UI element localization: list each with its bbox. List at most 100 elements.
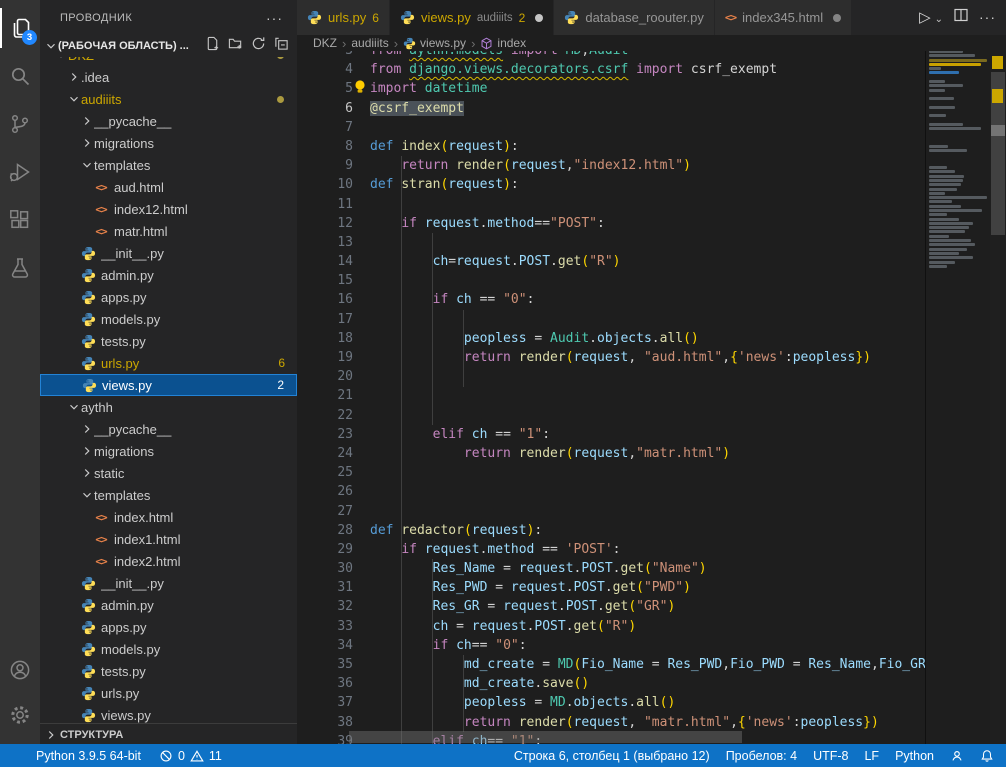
- code-line-17[interactable]: 17: [297, 310, 925, 329]
- code-line-15[interactable]: 15: [297, 271, 925, 290]
- line-number[interactable]: 36: [297, 674, 353, 693]
- modified-dot[interactable]: [833, 14, 841, 22]
- code-line-38[interactable]: 38 return render(request, "matr.html",{'…: [297, 713, 925, 732]
- code-line-10[interactable]: 10def stran(request):: [297, 175, 925, 194]
- breadcrumb-index[interactable]: index: [480, 36, 526, 50]
- tree-item-index12.html[interactable]: <>index12.html: [40, 198, 297, 220]
- code-line-37[interactable]: 37 peopless = MD.objects.all(): [297, 693, 925, 712]
- line-number[interactable]: 34: [297, 636, 353, 655]
- line-number[interactable]: 12: [297, 214, 353, 233]
- activity-testing[interactable]: [0, 248, 40, 288]
- line-number[interactable]: 22: [297, 406, 353, 425]
- activity-source-control[interactable]: [0, 104, 40, 144]
- tree-item-index1.html[interactable]: <>index1.html: [40, 528, 297, 550]
- activity-run-debug[interactable]: [0, 152, 40, 192]
- line-number[interactable]: 32: [297, 597, 353, 616]
- code-line-31[interactable]: 31 Res_PWD = request.POST.get("PWD"): [297, 578, 925, 597]
- code-line-7[interactable]: 7: [297, 118, 925, 137]
- tab-database_roouter.py[interactable]: database_roouter.py: [554, 0, 715, 35]
- activity-account[interactable]: [0, 650, 40, 690]
- breadcrumb-audiiits[interactable]: audiiits: [351, 36, 388, 50]
- line-number[interactable]: 23: [297, 425, 353, 444]
- code-line-20[interactable]: 20: [297, 367, 925, 386]
- status-feedback[interactable]: [950, 749, 964, 763]
- new-file-icon[interactable]: [205, 36, 220, 56]
- status-cursor-position[interactable]: Строка 6, столбец 1 (выбрано 12): [514, 749, 710, 763]
- activity-explorer[interactable]: 3: [0, 8, 40, 48]
- activity-settings[interactable]: [0, 695, 40, 735]
- minimap[interactable]: [925, 50, 991, 744]
- code-line-23[interactable]: 23 elif ch == "1":: [297, 425, 925, 444]
- line-number[interactable]: 17: [297, 310, 353, 329]
- code-line-4[interactable]: 4from django.views.decorators.csrf impor…: [297, 60, 925, 79]
- tree-item-migrations[interactable]: migrations: [40, 440, 297, 462]
- collapse-all-icon[interactable]: [274, 36, 289, 56]
- status-problems[interactable]: 0 11: [159, 749, 222, 763]
- code-line-24[interactable]: 24 return render(request,"matr.html"): [297, 444, 925, 463]
- modified-dot[interactable]: [535, 14, 543, 22]
- code-line-30[interactable]: 30 Res_Name = request.POST.get("Name"): [297, 559, 925, 578]
- tree-item-DKZ[interactable]: DKZ: [40, 57, 297, 66]
- code-line-34[interactable]: 34 if ch== "0":: [297, 636, 925, 655]
- tree-item-index2.html[interactable]: <>index2.html: [40, 550, 297, 572]
- tree-item-audiiits[interactable]: audiiits: [40, 88, 297, 110]
- line-number[interactable]: 38: [297, 713, 353, 732]
- activity-search[interactable]: [0, 56, 40, 96]
- status-indentation[interactable]: Пробелов: 4: [726, 749, 797, 763]
- line-number[interactable]: 37: [297, 693, 353, 712]
- code-line-29[interactable]: 29 if request.method == 'POST':: [297, 540, 925, 559]
- code-line-6[interactable]: 6@csrf_exempt: [297, 99, 925, 118]
- code-line-33[interactable]: 33 ch = request.POST.get("R"): [297, 617, 925, 636]
- tree-item-admin.py[interactable]: admin.py: [40, 594, 297, 616]
- line-number[interactable]: 30: [297, 559, 353, 578]
- code-line-21[interactable]: 21: [297, 386, 925, 405]
- code-line-8[interactable]: 8def index(request):: [297, 137, 925, 156]
- tree-item-templates[interactable]: templates: [40, 484, 297, 506]
- line-number[interactable]: 26: [297, 482, 353, 501]
- code-line-35[interactable]: 35 md_create = MD(Fio_Name = Res_PWD,Fio…: [297, 655, 925, 674]
- tree-item-matr.html[interactable]: <>matr.html: [40, 220, 297, 242]
- line-number[interactable]: 29: [297, 540, 353, 559]
- horizontal-scrollbar-thumb[interactable]: [349, 731, 742, 743]
- tree-item-apps.py[interactable]: apps.py: [40, 286, 297, 308]
- line-number[interactable]: 24: [297, 444, 353, 463]
- line-number[interactable]: 8: [297, 137, 353, 156]
- tree-item-models.py[interactable]: models.py: [40, 638, 297, 660]
- tree-item-tests.py[interactable]: tests.py: [40, 660, 297, 682]
- line-number[interactable]: 14: [297, 252, 353, 271]
- code-line-22[interactable]: 22: [297, 406, 925, 425]
- line-number[interactable]: 5: [297, 79, 353, 98]
- tree-item-apps.py[interactable]: apps.py: [40, 616, 297, 638]
- line-number[interactable]: 13: [297, 233, 353, 252]
- code-editor[interactable]: 3from aythh.models import MD,Audit4from …: [297, 35, 925, 744]
- line-number[interactable]: 39: [297, 732, 353, 744]
- code-line-28[interactable]: 28def redactor(request):: [297, 521, 925, 540]
- code-line-13[interactable]: 13: [297, 233, 925, 252]
- line-number[interactable]: 27: [297, 502, 353, 521]
- tree-item-urls.py[interactable]: urls.py6: [40, 352, 297, 374]
- line-number[interactable]: 11: [297, 195, 353, 214]
- tree-item-urls.py[interactable]: urls.py: [40, 682, 297, 704]
- code-line-16[interactable]: 16 if ch == "0":: [297, 290, 925, 309]
- line-number[interactable]: 20: [297, 367, 353, 386]
- tree-item-models.py[interactable]: models.py: [40, 308, 297, 330]
- code-line-14[interactable]: 14 ch=request.POST.get("R"): [297, 252, 925, 271]
- tree-item-admin.py[interactable]: admin.py: [40, 264, 297, 286]
- tree-item-__init__.py[interactable]: __init__.py: [40, 572, 297, 594]
- line-number[interactable]: 16: [297, 290, 353, 309]
- run-python-file-button[interactable]: ▷: [919, 8, 931, 27]
- refresh-icon[interactable]: [251, 36, 266, 56]
- explorer-more-actions-icon[interactable]: ···: [266, 10, 283, 26]
- tree-item-__init__.py[interactable]: __init__.py: [40, 242, 297, 264]
- status-python-version[interactable]: Python 3.9.5 64-bit: [36, 749, 141, 763]
- code-line-9[interactable]: 9 return render(request,"index12.html"): [297, 156, 925, 175]
- tree-item-aud.html[interactable]: <>aud.html: [40, 176, 297, 198]
- code-line-12[interactable]: 12 if request.method=="POST":: [297, 214, 925, 233]
- code-line-18[interactable]: 18 peopless = Audit.objects.all(): [297, 329, 925, 348]
- code-line-25[interactable]: 25: [297, 463, 925, 482]
- line-number[interactable]: 7: [297, 118, 353, 137]
- line-number[interactable]: 21: [297, 386, 353, 405]
- breadcrumb-DKZ[interactable]: DKZ: [313, 36, 337, 50]
- line-number[interactable]: 15: [297, 271, 353, 290]
- code-line-5[interactable]: 5import datetime: [297, 79, 925, 98]
